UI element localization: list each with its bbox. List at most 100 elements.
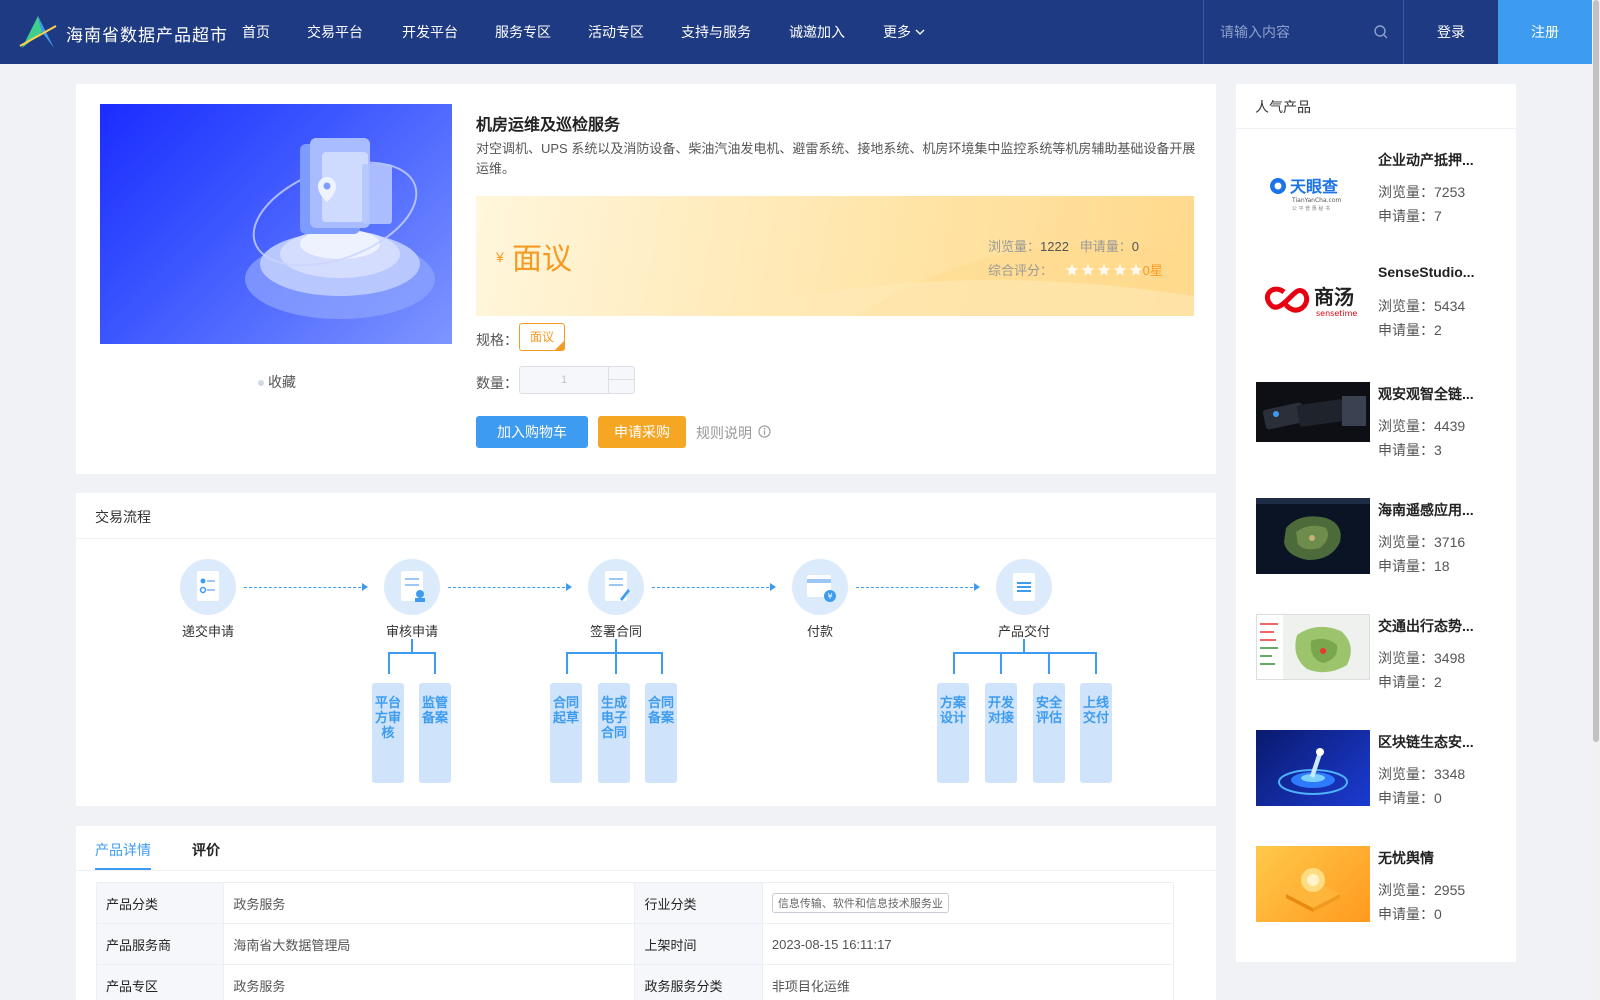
flow-arrow-icon	[244, 583, 368, 591]
tab-reviews[interactable]: 评价	[192, 840, 220, 860]
quantity-value[interactable]: 1	[520, 367, 608, 393]
popular-applies-label: 申请量：	[1378, 442, 1434, 458]
site-brand[interactable]: 海南省数据产品超市	[66, 21, 228, 46]
tree-connector	[566, 652, 568, 674]
tab-product-details[interactable]: 产品详情	[95, 840, 151, 860]
step-label: 签署合同	[589, 624, 642, 639]
nav-support[interactable]: 支持与服务	[681, 22, 751, 42]
popular-item-name: SenseStudio...	[1378, 264, 1475, 280]
popular-applies-label: 申请量：	[1378, 208, 1434, 224]
popular-item-applies: 申请量：0	[1378, 788, 1442, 808]
popular-item-applies: 申请量：2	[1378, 672, 1442, 692]
tree-connector	[1000, 652, 1002, 674]
product-rating: 综合评分： 0星	[988, 260, 1163, 279]
tree-connector	[615, 639, 617, 653]
price-panel-wave-icon	[716, 244, 1194, 316]
document-form-icon	[180, 559, 236, 615]
tianyancha-logo-icon: 天眼查 TianYanCha.com 公 平 普 惠 秘 书	[1256, 148, 1370, 224]
popular-views-value: 5434	[1434, 298, 1466, 314]
nav-service-zone[interactable]: 服务专区	[495, 22, 551, 42]
sub-step-e-contract: 生成电子合同	[598, 683, 630, 783]
popular-applies-label: 申请量：	[1378, 674, 1434, 690]
popular-item-views: 浏览量：2955	[1378, 880, 1465, 900]
info-icon[interactable]	[758, 425, 771, 438]
nav-home[interactable]: 首页	[242, 22, 270, 42]
flow-arrow-icon	[448, 583, 572, 591]
quantity-stepper[interactable]: 1	[519, 366, 635, 394]
step-submit: 递交申请	[168, 559, 248, 640]
register-button[interactable]: 注册	[1498, 0, 1592, 64]
popular-applies-label: 申请量：	[1378, 322, 1434, 338]
tree-connector	[388, 652, 436, 654]
section-divider	[1236, 128, 1516, 129]
satellite-map-icon	[1256, 498, 1370, 574]
price-panel: ¥ 面议 浏览量：1222 申请量：0 综合评分： 0星	[476, 196, 1194, 316]
device-photo-icon	[1256, 382, 1370, 442]
top-header: 海南省数据产品超市 首页 交易平台 开发平台 服务专区 活动专区 支持与服务 诚…	[0, 0, 1600, 64]
search-icon[interactable]	[1373, 24, 1389, 40]
popular-applies-value: 2	[1434, 322, 1442, 338]
rating-value: 0星	[1142, 263, 1163, 278]
sub-step-platform-review: 平台方审核	[372, 683, 404, 783]
process-card: 交易流程 递交申请 审核申请 签署合同 ¥ 付款 产品交付 平台方审核 监管备案…	[76, 493, 1216, 806]
spec-option[interactable]: 面议	[519, 323, 565, 351]
popular-item[interactable]: 海南遥感应用... 浏览量：3716 申请量：18	[1256, 498, 1496, 578]
popular-item[interactable]: 天眼查 TianYanCha.com 公 平 普 惠 秘 书 企业动产抵押...…	[1256, 148, 1496, 228]
rating-label: 综合评分：	[988, 263, 1054, 278]
delivery-icon	[996, 559, 1052, 615]
add-to-cart-button[interactable]: 加入购物车	[476, 416, 588, 448]
views-label: 浏览量：	[988, 239, 1041, 254]
sub-step-regulatory-filing: 监管备案	[419, 683, 451, 783]
popular-item-applies: 申请量：18	[1378, 556, 1450, 576]
popular-item[interactable]: 交通出行态势... 浏览量：3498 申请量：2	[1256, 614, 1496, 694]
process-title: 交易流程	[95, 509, 151, 525]
sensetime-logo-text: 商汤	[1314, 285, 1354, 309]
popular-views-label: 浏览量：	[1378, 184, 1434, 200]
sub-step-go-live: 上线交付	[1080, 683, 1112, 783]
table-value: 信息传输、软件和信息技术服务业	[761, 882, 1175, 924]
favorite-button[interactable]: 收藏	[258, 372, 296, 392]
popular-applies-value: 18	[1434, 558, 1450, 574]
login-button[interactable]: 登录	[1403, 0, 1498, 64]
popular-item[interactable]: 商汤 sensetime SenseStudio... 浏览量：5434 申请量…	[1256, 262, 1496, 342]
nav-dev-platform[interactable]: 开发平台	[402, 22, 458, 42]
price-value: 面议	[512, 243, 572, 276]
table-row: 产品分类 政务服务 行业分类 信息传输、软件和信息技术服务业	[95, 882, 1175, 924]
popular-views-label: 浏览量：	[1378, 418, 1434, 434]
nav-join[interactable]: 诚邀加入	[789, 22, 845, 42]
step-contract: 签署合同	[576, 559, 656, 640]
nav-more[interactable]: 更多	[883, 22, 925, 42]
applies-label: 申请量：	[1079, 239, 1132, 254]
popular-item[interactable]: 无忧舆情 浏览量：2955 申请量：0	[1256, 846, 1496, 926]
popular-item-name: 区块链生态安...	[1378, 734, 1474, 750]
sub-step-contract-filing: 合同备案	[645, 683, 677, 783]
tianyancha-logo-slogan: 公 平 普 惠 秘 书	[1292, 205, 1330, 212]
sensetime-logo-icon: 商汤 sensetime	[1256, 262, 1370, 338]
site-logo-icon[interactable]	[18, 12, 58, 52]
apply-purchase-button[interactable]: 申请采购	[598, 416, 686, 448]
star-icon	[1113, 264, 1126, 276]
search-input[interactable]	[1220, 20, 1370, 44]
star-icon	[1097, 264, 1110, 276]
scrollbar-thumb[interactable]	[1593, 0, 1599, 742]
rules-link[interactable]: 规则说明	[696, 423, 752, 443]
quantity-increase-button[interactable]	[608, 367, 634, 380]
popular-applies-value: 3	[1434, 442, 1442, 458]
sub-step-contract-draft: 合同起草	[550, 683, 582, 783]
star-icon	[1081, 264, 1094, 276]
popular-item[interactable]: 观安观智全链... 浏览量：4439 申请量：3	[1256, 382, 1496, 462]
popular-applies-value: 2	[1434, 674, 1442, 690]
popular-item-name: 交通出行态势...	[1378, 618, 1474, 634]
nav-activity-zone[interactable]: 活动专区	[588, 22, 644, 42]
tree-connector	[953, 652, 1097, 654]
popular-views-label: 浏览量：	[1378, 882, 1434, 898]
product-description: 对空调机、UPS 系统以及消防设备、柴油汽油发电机、避雷系统、接地系统、机房环境…	[476, 141, 1196, 176]
popular-views-value: 7253	[1434, 184, 1466, 200]
popular-title: 人气产品	[1255, 99, 1311, 115]
nav-trade-platform[interactable]: 交易平台	[307, 22, 363, 42]
page-scrollbar[interactable]	[1592, 0, 1600, 1000]
table-value: 海南省大数据管理局	[223, 923, 636, 965]
popular-views-label: 浏览量：	[1378, 298, 1434, 314]
popular-item[interactable]: 区块链生态安... 浏览量：3348 申请量：0	[1256, 730, 1496, 810]
quantity-decrease-button[interactable]	[608, 380, 634, 393]
